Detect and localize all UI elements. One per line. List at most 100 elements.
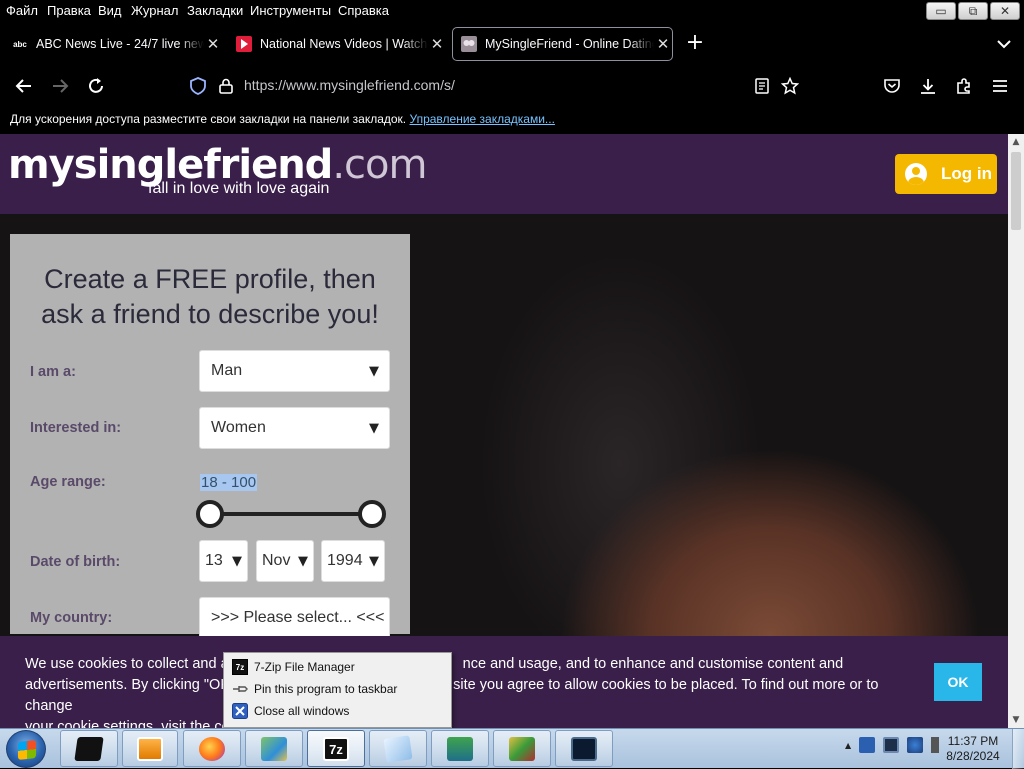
taskbar-monitor[interactable] [555, 730, 613, 767]
interested-in-select[interactable]: Women ▼ [199, 407, 390, 449]
minimize-button[interactable]: ▭ [926, 2, 956, 20]
pin-icon [232, 681, 248, 697]
login-button[interactable]: Log in [895, 154, 997, 194]
scroll-thumb[interactable] [1011, 152, 1021, 230]
cookie-ok-button[interactable]: OK [934, 663, 982, 701]
start-button[interactable] [6, 730, 46, 768]
gender-select[interactable]: Man ▼ [199, 350, 390, 392]
age-range-value: 18 - 100 [200, 474, 258, 491]
taskbar-firefox[interactable] [183, 730, 241, 767]
display-icon[interactable] [883, 737, 900, 753]
app-menu-icon[interactable] [988, 74, 1012, 98]
menu-edit[interactable]: Правка [47, 3, 91, 18]
age-max-handle[interactable] [358, 500, 386, 528]
dob-day-select[interactable]: 13 ▼ [199, 540, 248, 582]
firefox-icon [199, 737, 225, 761]
dropdown-arrow-icon: ▼ [369, 420, 379, 436]
shield-icon[interactable] [186, 74, 210, 98]
dob-month-value: Nov [262, 552, 291, 569]
site-header: mysinglefriend.com fall in love with lov… [0, 134, 1008, 214]
manage-bookmarks-link[interactable]: Управление закладками... [409, 112, 554, 126]
dropdown-arrow-icon: ▼ [369, 553, 379, 569]
cookie-text-part: nce and usage, and to enhance and custom… [462, 656, 844, 672]
windows-taskbar: 7z ▲ 11:37 PM 8/28/2024 [0, 728, 1024, 769]
jumplist-7zip-file-manager[interactable]: 7z 7-Zip File Manager [232, 657, 355, 677]
menu-view[interactable]: Вид [98, 3, 122, 18]
login-label: Log in [941, 164, 992, 183]
age-slider-track[interactable] [210, 512, 372, 516]
taskbar-media-player[interactable] [122, 730, 178, 767]
dob-day-value: 13 [205, 552, 223, 569]
close-tab-icon[interactable]: ✕ [204, 35, 222, 53]
menu-help[interactable]: Справка [338, 3, 389, 18]
tab-abc-news[interactable]: abc ABC News Live - 24/7 live news ✕ [4, 27, 222, 61]
form-title-line2: ask a friend to describe you! [41, 299, 379, 329]
taskbar-jump-list: 7z 7-Zip File Manager Pin this program t… [223, 652, 452, 728]
age-min-handle[interactable] [196, 500, 224, 528]
jumplist-item-label: 7-Zip File Manager [254, 660, 355, 674]
scroll-down-icon[interactable]: ▼ [1008, 712, 1024, 728]
network-tray-icon[interactable] [907, 737, 924, 753]
dark-app-icon [74, 737, 104, 761]
taskbar-notepad[interactable] [369, 730, 427, 767]
extensions-icon[interactable] [952, 74, 976, 98]
interested-in-label: Interested in: [30, 420, 122, 436]
menu-bookmarks[interactable]: Закладки [187, 3, 243, 18]
navigation-bar: https://www.mysinglefriend.com/s/ [0, 66, 1024, 106]
monitor-icon [571, 737, 597, 761]
cookie-text-part: your cookie settings, visit the co [25, 719, 230, 728]
dob-year-select[interactable]: 1994 ▼ [321, 540, 385, 582]
show-desktop-button[interactable] [1012, 729, 1024, 769]
close-tab-icon[interactable]: ✕ [428, 35, 446, 53]
taskbar-network[interactable] [431, 730, 489, 767]
i-am-label: I am a: [30, 364, 76, 380]
forward-icon[interactable] [48, 74, 72, 98]
taskbar-tool[interactable] [493, 730, 551, 767]
bookmark-star-icon[interactable] [778, 74, 802, 98]
dob-month-select[interactable]: Nov ▼ [256, 540, 314, 582]
jumplist-pin-to-taskbar[interactable]: Pin this program to taskbar [232, 679, 397, 699]
tray-app-icon[interactable] [859, 737, 876, 753]
reload-icon[interactable] [84, 74, 108, 98]
dropdown-arrow-icon: ▼ [298, 553, 308, 569]
form-title: Create a FREE profile, then ask a friend… [10, 262, 410, 332]
page-scrollbar[interactable]: ▲ ▼ [1008, 134, 1024, 728]
jumplist-close-all-windows[interactable]: Close all windows [232, 701, 349, 721]
list-all-tabs-icon[interactable] [994, 34, 1014, 54]
close-tab-icon[interactable]: ✕ [654, 35, 672, 53]
dob-year-value: 1994 [327, 552, 363, 569]
age-range-label: Age range: [30, 474, 106, 490]
menu-history[interactable]: Журнал [131, 3, 178, 18]
new-tab-button[interactable]: + [684, 32, 706, 54]
notepad-icon [383, 735, 413, 763]
tab-label: MySingleFriend - Online Dating [485, 37, 654, 51]
country-select[interactable]: >>> Please select... <<< [199, 597, 390, 639]
pocket-icon[interactable] [880, 74, 904, 98]
download-icon[interactable] [916, 74, 940, 98]
tab-mysinglefriend[interactable]: MySingleFriend - Online Dating ✕ [452, 27, 673, 61]
menu-bar: Файл Правка Вид Журнал Закладки Инструме… [0, 0, 1024, 22]
reader-view-icon[interactable] [750, 74, 774, 98]
tray-expand-icon[interactable]: ▲ [845, 741, 851, 750]
interested-in-value: Women [211, 419, 266, 436]
window-controls: ▭ ⧉ ✕ [926, 2, 1020, 20]
logo-suffix: .com [332, 142, 427, 188]
close-window-button[interactable]: ✕ [990, 2, 1020, 20]
back-icon[interactable] [12, 74, 36, 98]
lock-icon[interactable] [214, 74, 238, 98]
restore-button[interactable]: ⧉ [958, 2, 988, 20]
site-tagline: fall in love with love again [148, 180, 330, 197]
taskbar-7zip[interactable]: 7z [307, 730, 365, 767]
scroll-up-icon[interactable]: ▲ [1008, 134, 1024, 150]
cookie-text-part: advertisements. By clicking "OK" [25, 677, 236, 693]
menu-tools[interactable]: Инструменты [250, 3, 331, 18]
taskbar-app-1[interactable] [60, 730, 118, 767]
abc-favicon-icon: abc [13, 39, 27, 49]
country-select-value: >>> Please select... <<< [211, 609, 385, 626]
taskbar-control-panel[interactable] [245, 730, 303, 767]
system-clock[interactable]: 11:37 PM 8/28/2024 [942, 734, 1004, 764]
tab-national-news[interactable]: National News Videos | Watch N ✕ [228, 27, 446, 61]
url-bar[interactable]: https://www.mysinglefriend.com/s/ [244, 77, 455, 93]
tab-label: ABC News Live - 24/7 live news [36, 37, 204, 51]
menu-file[interactable]: Файл [6, 3, 38, 18]
